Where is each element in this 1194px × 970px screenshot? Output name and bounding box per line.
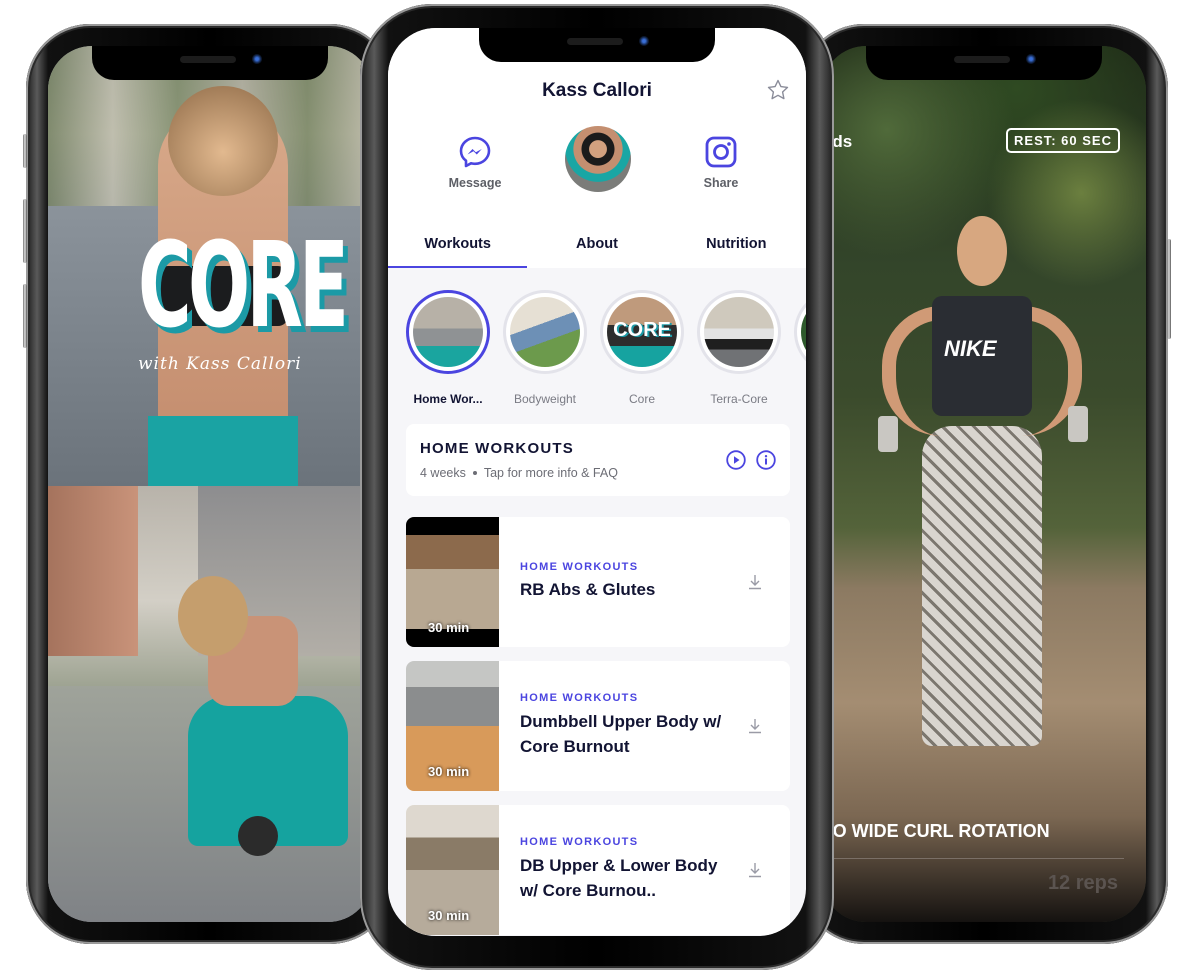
profile-screen: Kass Callori Message Share Workouts Abou… [388, 28, 806, 936]
workout-card[interactable]: 30 min HOME WORKOUTS Dumbbell Upper Body… [406, 661, 790, 791]
profile-tabs: Workouts About Nutrition [388, 224, 806, 268]
rest-timer-badge: REST: 60 SEC [1006, 128, 1120, 153]
divider [822, 858, 1124, 859]
workout-card[interactable]: 30 min HOME WORKOUTS RB Abs & Glutes [406, 517, 790, 647]
workout-thumbnail: 30 min [406, 661, 499, 791]
tab-workouts[interactable]: Workouts [388, 224, 528, 268]
athlete-curl-photo: NIKE [878, 216, 1088, 776]
message-label: Message [448, 176, 502, 190]
kettlebell-workout-image [48, 486, 372, 922]
workout-title: RB Abs & Glutes [520, 580, 656, 599]
share-label: Share [703, 176, 739, 190]
download-icon[interactable] [746, 861, 764, 879]
workout-thumbnail: 30 min [406, 805, 499, 935]
program-duration: 4 weeks [420, 466, 466, 480]
power-button [1167, 239, 1171, 339]
tab-nutrition[interactable]: Nutrition [667, 224, 806, 268]
program-info-card[interactable]: HOME WORKOUTS 4 weeks Tap for more info &… [406, 424, 790, 496]
bullet-separator [472, 471, 477, 475]
workout-duration: 30 min [428, 620, 470, 635]
exercise-video[interactable]: NIKE [822, 46, 1146, 922]
info-icon[interactable] [756, 450, 776, 470]
collection-label: Bodyweight [513, 392, 577, 406]
right-phone-mockup: NIKE nds REST: 60 SEC TO WIDE CURL ROTAT… [800, 24, 1171, 944]
instagram-icon [705, 136, 737, 168]
collection-label: Home Wor... [413, 392, 483, 406]
workout-category: HOME WORKOUTS [520, 692, 639, 704]
workout-thumbnail: 30 min [406, 517, 499, 647]
mute-switch [23, 134, 27, 168]
athlete-kettlebell-photo [168, 576, 368, 876]
rep-count: 12 reps [1047, 872, 1118, 894]
collection-terra-core[interactable]: Terra-Core [697, 290, 781, 410]
program-title: HOME WORKOUTS [420, 440, 574, 457]
collection-thumbnail: CORE [607, 297, 677, 367]
collection-thumbnail [704, 297, 774, 367]
collection-thumbnail [413, 297, 483, 367]
program-hint: Tap for more info & FAQ [483, 466, 618, 480]
collection-home-workouts[interactable]: Home Wor... [406, 290, 490, 410]
center-phone-mockup: Kass Callori Message Share Workouts Abou… [360, 4, 834, 970]
cover-title: CORE [138, 216, 349, 354]
collection-thumbnail [510, 297, 580, 367]
download-icon[interactable] [746, 717, 764, 735]
collection-label: Terra-Core [710, 392, 768, 406]
collection-label: Core [628, 392, 655, 406]
exercise-name: TO WIDE CURL ROTATION [822, 821, 1050, 841]
right-phone-screen: NIKE nds REST: 60 SEC TO WIDE CURL ROTAT… [822, 46, 1146, 922]
play-icon[interactable] [726, 450, 746, 470]
profile-name: Kass Callori [542, 80, 652, 101]
collection-thumbnail [801, 297, 806, 367]
left-phone-mockup: CORE with Kass Callori [23, 24, 394, 944]
collection-bodyweight[interactable]: Bodyweight [503, 290, 587, 410]
core-cover-image: CORE with Kass Callori [48, 46, 372, 486]
share-button[interactable]: Share [676, 134, 766, 190]
messenger-icon [459, 136, 491, 168]
workout-category: HOME WORKOUTS [520, 836, 639, 848]
star-icon[interactable] [766, 78, 790, 102]
collection-next-partial[interactable] [794, 290, 806, 410]
collection-carousel: Home Wor... Bodyweight CORE Core Terra-C… [406, 290, 806, 410]
program-subtitle: 4 weeks Tap for more info & FAQ [420, 466, 618, 480]
collection-core[interactable]: CORE Core [600, 290, 684, 410]
notch [479, 28, 715, 62]
notch [866, 46, 1102, 80]
workout-title: Dumbbell Upper Body w/ Core Burnout [520, 712, 722, 756]
workout-duration: 30 min [428, 764, 470, 779]
shirt-logo: NIKE [944, 336, 997, 361]
tab-about[interactable]: About [527, 224, 666, 268]
volume-up-button [23, 199, 27, 263]
notch [92, 46, 328, 80]
workout-title: DB Upper & Lower Body w/ Core Burnou.. [520, 856, 718, 900]
left-phone-screen: CORE with Kass Callori [48, 46, 372, 922]
message-button[interactable]: Message [430, 134, 520, 190]
workout-duration: 30 min [428, 908, 470, 923]
profile-header: Kass Callori Message Share Workouts Abou… [388, 28, 806, 268]
cover-subtitle: with Kass Callori [138, 354, 302, 374]
core-overlay-text: CORE [613, 319, 671, 341]
workout-category: HOME WORKOUTS [520, 561, 639, 573]
workout-card[interactable]: 30 min HOME WORKOUTS DB Upper & Lower Bo… [406, 805, 790, 935]
volume-down-button [23, 284, 27, 348]
avatar[interactable] [565, 126, 631, 192]
download-icon[interactable] [746, 573, 764, 591]
